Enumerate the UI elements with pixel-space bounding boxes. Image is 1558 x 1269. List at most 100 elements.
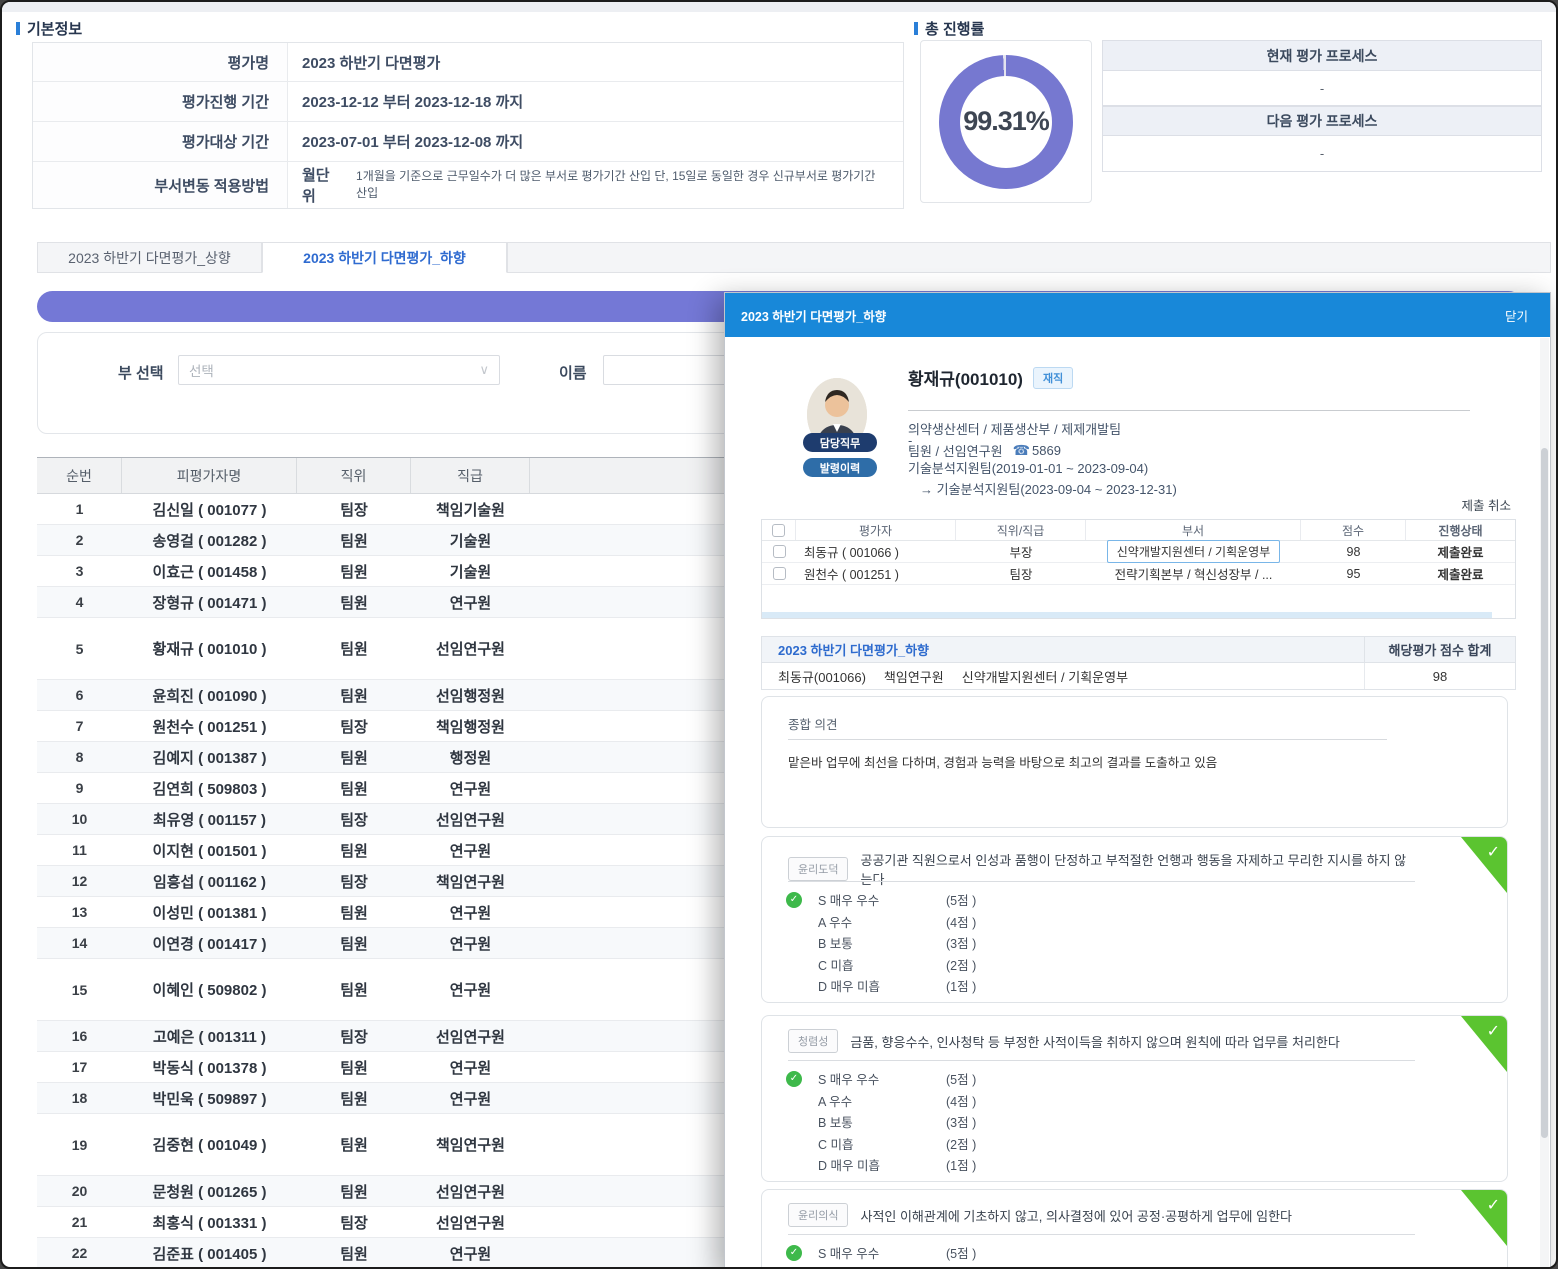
rating-category-tag: 윤리도덕 [788, 857, 848, 881]
completed-corner-ribbon [1461, 837, 1507, 893]
evaluatee-name: 고예은 ( 001311 ) [122, 1021, 297, 1051]
rating-option[interactable]: C 미흡(2점 ) [762, 1133, 1507, 1155]
opinion-divider [788, 739, 1387, 740]
option-score: (4점 ) [946, 1265, 976, 1269]
horizontal-scrollbar[interactable] [762, 612, 1492, 618]
tab-downward-evaluation[interactable]: 2023 하반기 다면평가_하향 [262, 242, 507, 273]
dept-select[interactable]: 선택 ∨ [178, 355, 500, 385]
row-no: 15 [37, 959, 122, 1020]
evaluatee-name: 최유영 ( 001157 ) [122, 804, 297, 834]
next-process-header: 다음 평가 프로세스 [1103, 106, 1541, 136]
evaluator-score: 98 [1301, 545, 1406, 559]
section-bullet-icon [16, 22, 20, 35]
evaluator-row[interactable]: 원천수 ( 001251 )팀장전략기획본부 / 혁신성장부 / ...95제출… [762, 563, 1515, 585]
evaluatee-grade: 연구원 [411, 773, 530, 803]
option-score: (3점 ) [946, 933, 976, 952]
info-label: 평가명 [33, 43, 288, 81]
evaluator-checkbox[interactable] [773, 545, 786, 558]
evaluatee-grade: 행정원 [411, 742, 530, 772]
employee-name-row: 황재규(001010) 재직 [908, 365, 1073, 390]
evaluatee-name: 이효근 ( 001458 ) [122, 556, 297, 586]
evaluatee-name: 문청원 ( 001265 ) [122, 1176, 297, 1206]
option-label: A 우수 [818, 1091, 946, 1110]
evaluatee-name: 원천수 ( 001251 ) [122, 711, 297, 741]
select-all-checkbox[interactable] [772, 524, 785, 537]
overall-opinion-box: 종합 의견 맡은바 업무에 최선을 다하며, 경험과 능력을 바탕으로 최고의 … [761, 696, 1508, 828]
rating-option[interactable]: B 보통(3점 ) [762, 932, 1507, 954]
evaluatee-grade: 책임연구원 [411, 866, 530, 896]
row-no: 6 [37, 680, 122, 710]
option-label: D 매우 미흡 [818, 976, 946, 995]
summary-score-header: 해당평가 점수 합계 [1365, 637, 1515, 662]
evaluator-row[interactable]: 최동규 ( 001066 )부장신약개발지원센터 / 기획운영부98제출완료 [762, 541, 1515, 563]
row-no: 18 [37, 1083, 122, 1113]
column-header-name: 피평가자명 [122, 458, 297, 493]
rating-option[interactable]: ✓S 매우 우수(5점 ) [762, 889, 1507, 911]
rating-option[interactable]: B 보통(3점 ) [762, 1111, 1507, 1133]
completed-check-icon: ✓ [1487, 1195, 1500, 1215]
rating-option[interactable]: C 미흡(2점 ) [762, 954, 1507, 976]
evaluatee-grade: 연구원 [411, 835, 530, 865]
evaluatee-position: 팀원 [297, 1083, 411, 1113]
info-row-name: 평가명 2023 하반기 다면평가 [33, 43, 903, 82]
rating-question-text: 공공기관 직원으로서 인성과 품행이 단정하고 부적절한 언행과 행동을 자제하… [860, 850, 1412, 888]
column-header-dept: 부서 [1086, 520, 1301, 540]
evaluatee-name: 김준표 ( 001405 ) [122, 1238, 297, 1268]
evaluatee-position: 팀원 [297, 1052, 411, 1082]
evaluatee-name: 김신일 ( 001077 ) [122, 494, 297, 524]
select-all-checkbox-cell [762, 520, 796, 540]
employee-org: 의약생산센터 / 제품생산부 / 제제개발팀 [908, 419, 1121, 438]
modal-scrollbar-thumb[interactable] [1541, 448, 1548, 1138]
option-label: B 보통 [818, 1112, 946, 1131]
evaluatee-grade: 기술원 [411, 525, 530, 555]
rating-option[interactable]: ✓S 매우 우수(5점 ) [762, 1068, 1507, 1090]
evaluatee-grade: 선임연구원 [411, 1176, 530, 1206]
assignment-history-line2: → 기술분석지원팀(2023-09-04 ~ 2023-12-31) [920, 479, 1177, 498]
dept-highlighted-cell[interactable]: 신약개발지원센터 / 기획운영부 [1107, 540, 1281, 563]
rating-option[interactable]: A 우수(4점 ) [762, 1264, 1507, 1269]
rating-option[interactable]: D 매우 미흡(1점 ) [762, 1154, 1507, 1176]
evaluator-dept[interactable]: 신약개발지원센터 / 기획운영부 [1086, 540, 1301, 563]
modal-scrollbar[interactable] [1540, 338, 1549, 1269]
evaluatee-grade: 선임연구원 [411, 618, 530, 679]
checkbox-cell [762, 545, 796, 558]
rating-option[interactable]: A 우수(4점 ) [762, 911, 1507, 933]
option-label: A 우수 [818, 1265, 946, 1269]
option-score: (5점 ) [946, 890, 976, 909]
rating-option[interactable]: D 매우 미흡(1점 ) [762, 975, 1507, 997]
rating-option[interactable]: A 우수(4점 ) [762, 1090, 1507, 1112]
option-score: (5점 ) [946, 1243, 976, 1262]
evaluatee-position: 팀원 [297, 928, 411, 958]
evaluator-status: 제출완료 [1406, 542, 1515, 561]
evaluator-table-header: 평가자 직위/직급 부서 점수 진행상태 [762, 520, 1515, 541]
info-row-target-period: 평가대상 기간 2023-07-01 부터 2023-12-08 까지 [33, 122, 903, 162]
tab-strip-filler [507, 242, 1551, 273]
submission-cancel-link[interactable]: 제출 취소 [1462, 495, 1511, 514]
rating-divider [788, 1234, 1415, 1235]
assignment-history-badge: 발령이력 [803, 458, 877, 477]
rating-card: ✓청렴성금품, 향응수수, 인사청탁 등 부정한 사적이득을 취하지 않으며 원… [761, 1015, 1508, 1182]
modal-close-button[interactable]: 닫기 [1505, 306, 1528, 325]
selected-check-icon: ✓ [786, 1245, 802, 1261]
evaluatee-grade: 선임연구원 [411, 1207, 530, 1237]
evaluatee-name: 윤희진 ( 001090 ) [122, 680, 297, 710]
row-no: 1 [37, 494, 122, 524]
evaluatee-position: 팀원 [297, 897, 411, 927]
evaluatee-grade: 선임연구원 [411, 804, 530, 834]
evaluator-checkbox[interactable] [773, 567, 786, 580]
rating-option[interactable]: ✓S 매우 우수(5점 ) [762, 1242, 1507, 1264]
tab-upward-evaluation[interactable]: 2023 하반기 다면평가_상향 [37, 242, 262, 273]
column-header-no: 순번 [37, 458, 122, 493]
row-no: 3 [37, 556, 122, 586]
summary-header-row: 2023 하반기 다면평가_하향 해당평가 점수 합계 [762, 637, 1515, 663]
rating-divider [788, 881, 1415, 882]
evaluatee-grade: 책임행정원 [411, 711, 530, 741]
option-score: (2점 ) [946, 955, 976, 974]
evaluatee-position: 팀장 [297, 804, 411, 834]
evaluator-name: 최동규 ( 001066 ) [796, 542, 956, 561]
completed-corner-ribbon [1461, 1190, 1507, 1246]
info-value: 2023-07-01 부터 2023-12-08 까지 [302, 131, 523, 152]
evaluatee-grade: 연구원 [411, 928, 530, 958]
option-label: C 미흡 [818, 1134, 946, 1153]
evaluatee-position: 팀원 [297, 525, 411, 555]
